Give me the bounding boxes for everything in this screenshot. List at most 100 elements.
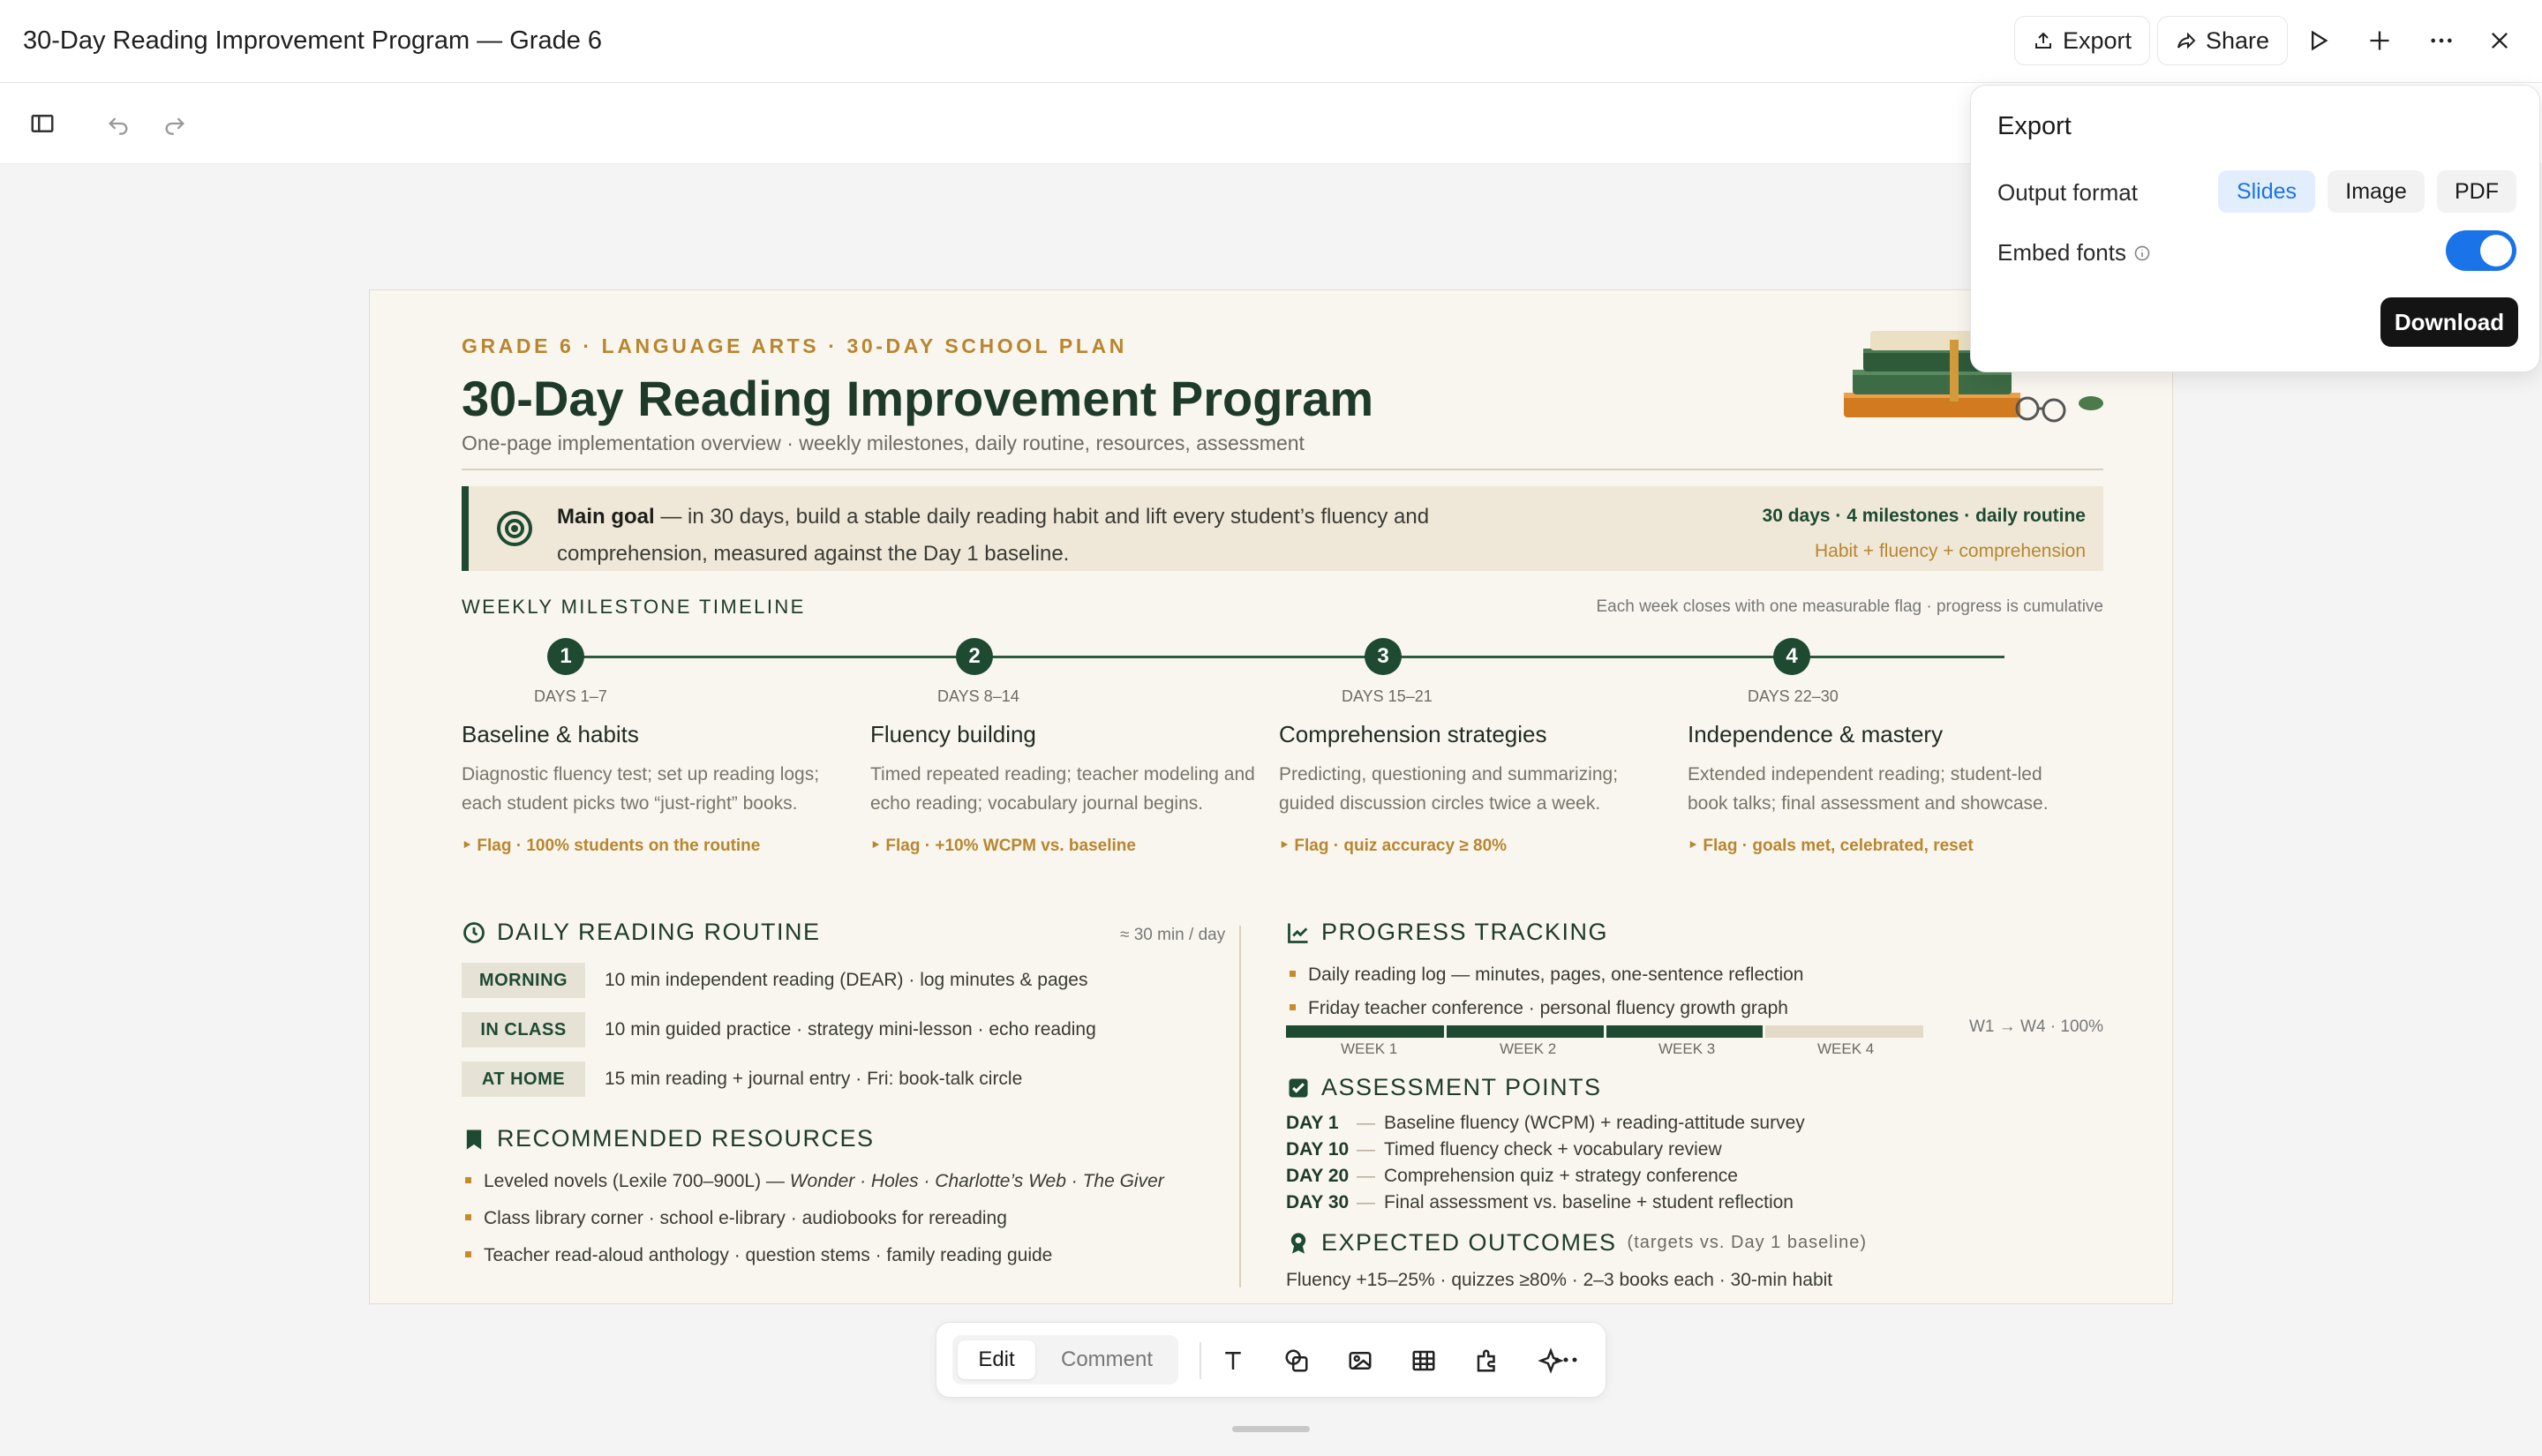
assessment-text: Final assessment vs. baseline + student … xyxy=(1384,1192,1794,1212)
progress-heading-label: PROGRESS TRACKING xyxy=(1321,919,1609,945)
sidebar-toggle-icon[interactable] xyxy=(23,104,62,143)
image-tool-icon[interactable] xyxy=(1341,1341,1380,1380)
outcomes-heading-label: EXPECTED OUTCOMES xyxy=(1321,1229,1617,1256)
assessment-row: DAY 30— Final assessment vs. baseline + s… xyxy=(1286,1192,1794,1212)
assessment-heading-label: ASSESSMENT POINTS xyxy=(1321,1074,1602,1100)
shapes-tool-icon[interactable] xyxy=(1277,1341,1316,1380)
assessment-day: DAY 1 xyxy=(1286,1113,1339,1133)
assessment-text: Timed fluency check + vocabulary review xyxy=(1384,1139,1722,1160)
format-option-image[interactable]: Image xyxy=(2328,170,2425,213)
routine-tag: IN CLASS xyxy=(462,1012,585,1047)
week-label: WEEK 1 xyxy=(1341,1040,1398,1057)
milestone-flag: ‣ Flag · +10% WCPM vs. baseline xyxy=(870,837,1136,855)
milestone-title: Independence & mastery xyxy=(1688,721,1944,747)
close-icon[interactable] xyxy=(2480,21,2519,60)
routine-tag: MORNING xyxy=(462,963,585,998)
goal-focus: Habit + fluency + comprehension xyxy=(1814,541,2086,561)
milestone-title: Comprehension strategies xyxy=(1279,721,1547,747)
progress-bar-fill xyxy=(1286,1025,1764,1038)
export-button[interactable]: Export xyxy=(2014,16,2151,65)
assessment-row: DAY 10— Timed fluency check + vocabulary … xyxy=(1286,1139,1722,1160)
info-icon[interactable] xyxy=(2133,244,2151,262)
format-option-pdf[interactable]: PDF xyxy=(2437,170,2516,213)
milestone-title: Fluency building xyxy=(870,721,1036,747)
milestone-flag: ‣ Flag · quiz accuracy ≥ 80% xyxy=(1279,837,1508,855)
bookmark-icon xyxy=(462,1127,486,1152)
export-popover-title: Export xyxy=(1997,112,2072,140)
share-button-label: Share xyxy=(2206,26,2270,54)
resource-item: Teacher read-aloud anthology · question … xyxy=(465,1245,1052,1266)
milestone-description: Timed repeated reading; teacher modeling… xyxy=(870,764,1255,814)
timeline-section-label: WEEKLY MILESTONE TIMELINE xyxy=(462,596,806,618)
timeline-note: Each week closes with one measurable fla… xyxy=(1596,597,2104,616)
home-indicator xyxy=(1232,1426,1310,1432)
resource-item-text: Class library corner · school e-library … xyxy=(484,1208,1007,1228)
resource-item: Class library corner · school e-library … xyxy=(465,1208,1007,1229)
resource-item: Leveled novels (Lexile 700–900L) — Wonde… xyxy=(465,1171,1164,1192)
comment-mode-button[interactable]: Comment xyxy=(1041,1340,1173,1379)
milestone-days: DAYS 22–30 xyxy=(1748,687,1839,705)
undo-icon[interactable] xyxy=(99,104,138,143)
week-label: WEEK 2 xyxy=(1500,1040,1557,1057)
main-goal-text: Main goal — in 30 days, build a stable d… xyxy=(557,499,1440,573)
play-icon[interactable] xyxy=(2298,21,2337,60)
resource-item-text: Leveled novels (Lexile 700–900L) — xyxy=(484,1171,790,1191)
milestone-days: DAYS 15–21 xyxy=(1342,687,1433,705)
outcomes-text: Fluency +15–25% · quizzes ≥80% · 2–3 boo… xyxy=(1286,1270,1833,1290)
edit-mode-button[interactable]: Edit xyxy=(958,1340,1035,1379)
week-label: WEEK 4 xyxy=(1817,1040,1875,1057)
routine-text: 15 min reading + journal entry · Fri: bo… xyxy=(605,1069,1023,1089)
more-icon[interactable] xyxy=(2422,21,2461,60)
target-icon xyxy=(495,509,534,548)
assessment-day: DAY 10 xyxy=(1286,1139,1350,1160)
embed-fonts-label: Embed fonts xyxy=(1997,239,2126,266)
milestone-description: Extended independent reading; student-le… xyxy=(1688,764,2049,814)
mode-switch: Edit Comment xyxy=(952,1335,1178,1385)
embed-fonts-toggle[interactable] xyxy=(2446,230,2516,271)
award-icon xyxy=(1286,1231,1311,1256)
text-tool-icon[interactable] xyxy=(1214,1341,1252,1380)
plugin-tool-icon[interactable] xyxy=(1468,1341,1507,1380)
share-button[interactable]: Share xyxy=(2157,16,2289,65)
goal-summary: 30 days · 4 milestones · daily routine xyxy=(1762,506,2086,526)
download-button[interactable]: Download xyxy=(2380,297,2518,347)
share-icon xyxy=(2176,30,2197,51)
slide-subtitle: One-page implementation overview · weekl… xyxy=(462,432,1305,454)
more-tools-icon[interactable] xyxy=(1546,1340,1585,1379)
milestone-days: DAYS 1–7 xyxy=(534,687,607,705)
milestone-number: 3 xyxy=(1365,638,1402,675)
header-divider xyxy=(462,469,2103,470)
format-option-slides[interactable]: Slides xyxy=(2218,170,2315,213)
milestone-number: 4 xyxy=(1773,638,1810,675)
slide-eyebrow: GRADE 6 · LANGUAGE ARTS · 30-DAY SCHOOL … xyxy=(462,334,1127,357)
milestone-number: 2 xyxy=(956,638,993,675)
milestone-flag: ‣ Flag · goals met, celebrated, reset xyxy=(1688,837,1974,855)
redo-icon[interactable] xyxy=(155,104,194,143)
slide-canvas[interactable]: GRADE 6 · LANGUAGE ARTS · 30-DAY SCHOOL … xyxy=(369,289,2173,1304)
assessment-day: DAY 30 xyxy=(1286,1192,1350,1212)
main-goal-description: — in 30 days, build a stable daily readi… xyxy=(557,505,1430,566)
trend-chart-icon xyxy=(1286,920,1311,945)
week-label: WEEK 3 xyxy=(1658,1040,1716,1057)
progress-item-text: Friday teacher conference · personal flu… xyxy=(1308,998,1788,1018)
embed-fonts-row: Embed fonts xyxy=(1997,239,2151,266)
milestone-description: Predicting, questioning and summarizing;… xyxy=(1279,764,1619,814)
upload-icon xyxy=(2033,30,2054,51)
outcomes-heading-note: (targets vs. Day 1 baseline) xyxy=(1627,1233,1867,1252)
clock-icon xyxy=(462,920,486,945)
bottom-toolbar: Edit Comment xyxy=(936,1322,1606,1398)
outcomes-heading: EXPECTED OUTCOMES (targets vs. Day 1 bas… xyxy=(1286,1229,1867,1257)
main-goal-banner: Main goal — in 30 days, build a stable d… xyxy=(462,486,2103,571)
add-icon[interactable] xyxy=(2360,21,2399,60)
resources-heading: RECOMMENDED RESOURCES xyxy=(462,1125,875,1152)
table-tool-icon[interactable] xyxy=(1404,1341,1443,1380)
routine-text: 10 min guided practice · strategy mini-l… xyxy=(605,1019,1096,1039)
progress-item: Friday teacher conference · personal flu… xyxy=(1290,998,1788,1019)
main-goal-label: Main goal xyxy=(557,505,655,529)
resource-book-titles: Wonder · Holes · Charlotte’s Web · The G… xyxy=(789,1171,1164,1191)
routine-heading: DAILY READING ROUTINE xyxy=(462,919,821,946)
checklist-icon xyxy=(1286,1076,1311,1100)
progress-bar-label: W1 → W4 · 100% xyxy=(1968,1017,2103,1036)
document-title: 30-Day Reading Improvement Program — Gra… xyxy=(23,26,603,55)
progress-item-text: Daily reading log — minutes, pages, one-… xyxy=(1308,964,1804,985)
